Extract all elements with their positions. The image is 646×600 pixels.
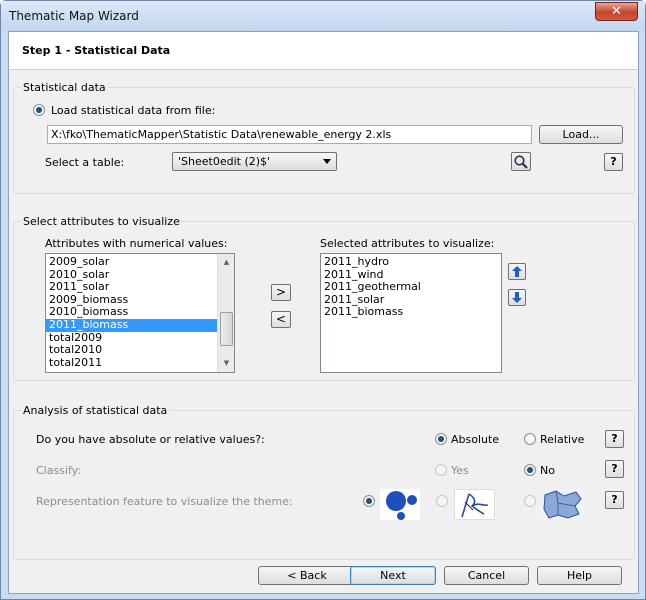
selected-attributes-list[interactable]: 2011_hydro 2011_wind 2011_geothermal 2011_s…	[320, 253, 502, 373]
step-header: Step 1 - Statistical Data	[9, 32, 638, 70]
scrollbar[interactable]: ▲ ▼	[217, 254, 234, 372]
classify-yes-radio[interactable]	[435, 464, 447, 476]
wizard-body: Step 1 - Statistical Data Statistical da…	[8, 31, 639, 594]
move-down-button[interactable]	[508, 289, 526, 306]
classify-no-label: No	[540, 464, 555, 477]
table-select-value: 'Sheet0edit (2)$'	[178, 155, 271, 168]
next-button[interactable]: Next	[350, 566, 436, 585]
statistical-data-group: Statistical data Load statistical data f…	[13, 81, 635, 194]
representation-label: Representation feature to visualize the …	[36, 495, 293, 508]
load-button[interactable]: Load...	[539, 125, 623, 144]
move-up-button[interactable]	[508, 263, 526, 280]
representation-help-button[interactable]: ?	[605, 491, 624, 509]
list-item[interactable]: total2010	[46, 344, 234, 357]
list-item[interactable]: 2011_hydro	[321, 255, 501, 269]
chevron-down-icon	[323, 159, 331, 164]
proportional-circles-icon[interactable]	[380, 489, 420, 520]
group-label: Select attributes to visualize	[21, 215, 182, 228]
table-help-button[interactable]: ?	[604, 153, 623, 171]
analysis-group: Analysis of statistical data Do you have…	[13, 404, 635, 560]
representation-diagram-radio[interactable]	[436, 495, 448, 507]
diagram-symbol-icon[interactable]	[454, 489, 495, 520]
values-question-label: Do you have absolute or relative values?…	[36, 433, 265, 446]
choropleth-map-icon[interactable]	[542, 489, 583, 520]
selected-items: 2011_hydro 2011_wind 2011_geothermal 2011_s…	[321, 254, 501, 319]
arrow-up-icon	[512, 266, 522, 277]
help-button[interactable]: Help	[537, 566, 622, 585]
add-attribute-button[interactable]: >	[271, 284, 291, 301]
window-title: Thematic Map Wizard	[9, 9, 139, 23]
magnifier-icon	[514, 155, 528, 169]
representation-choropleth-radio[interactable]	[524, 495, 536, 507]
scroll-up-icon[interactable]: ▲	[219, 255, 234, 270]
numerical-attributes-label: Attributes with numerical values:	[45, 237, 228, 250]
scroll-down-icon[interactable]: ▼	[219, 356, 234, 371]
back-button[interactable]: < Back	[258, 566, 356, 585]
load-from-file-label: Load statistical data from file:	[51, 104, 216, 117]
absolute-label: Absolute	[451, 433, 500, 446]
step-title: Step 1 - Statistical Data	[22, 44, 171, 57]
remove-attribute-button[interactable]: <	[271, 311, 291, 328]
numerical-items: 2009_solar 2010_solar 2011_solar 2009_bioma…	[46, 254, 234, 369]
close-button[interactable]: ✕	[595, 2, 638, 21]
file-path-field[interactable]: X:\fko\ThematicMapper\Statistic Data\ren…	[47, 125, 532, 144]
classify-yes-label: Yes	[451, 464, 469, 477]
classify-help-button[interactable]: ?	[605, 460, 624, 478]
classify-label: Classify:	[36, 464, 82, 477]
cancel-button[interactable]: Cancel	[444, 566, 529, 585]
classify-no-radio[interactable]	[524, 464, 536, 476]
title-bar: Thematic Map Wizard ✕	[1, 1, 645, 31]
relative-label: Relative	[540, 433, 585, 446]
list-item[interactable]: 2011_biomass	[321, 306, 501, 319]
close-icon: ✕	[611, 4, 622, 19]
list-item[interactable]: 2011_biomass	[46, 318, 234, 332]
selected-attributes-label: Selected attributes to visualize:	[320, 237, 495, 250]
search-table-button[interactable]	[511, 152, 531, 171]
arrow-down-icon	[512, 292, 522, 303]
numerical-attributes-list[interactable]: 2009_solar 2010_solar 2011_solar 2009_bioma…	[45, 253, 235, 373]
representation-circles-radio[interactable]	[363, 495, 375, 507]
load-from-file-radio[interactable]	[33, 104, 45, 116]
absolute-radio[interactable]	[435, 433, 447, 445]
select-table-label: Select a table:	[45, 156, 125, 169]
attributes-group: Select attributes to visualize Attribute…	[13, 215, 635, 381]
values-help-button[interactable]: ?	[605, 430, 624, 448]
scroll-thumb[interactable]	[220, 312, 233, 346]
relative-radio[interactable]	[524, 433, 536, 445]
list-item[interactable]: 2011_solar	[46, 281, 234, 294]
group-label: Statistical data	[21, 81, 108, 94]
table-select[interactable]: 'Sheet0edit (2)$'	[172, 152, 337, 171]
list-item[interactable]: 2011_geothermal	[321, 281, 501, 294]
list-item[interactable]: total2011	[46, 356, 234, 370]
group-label: Analysis of statistical data	[21, 404, 170, 417]
list-item[interactable]: 2009_solar	[46, 255, 234, 269]
wizard-window: Thematic Map Wizard ✕ Step 1 - Statistic…	[0, 0, 646, 600]
